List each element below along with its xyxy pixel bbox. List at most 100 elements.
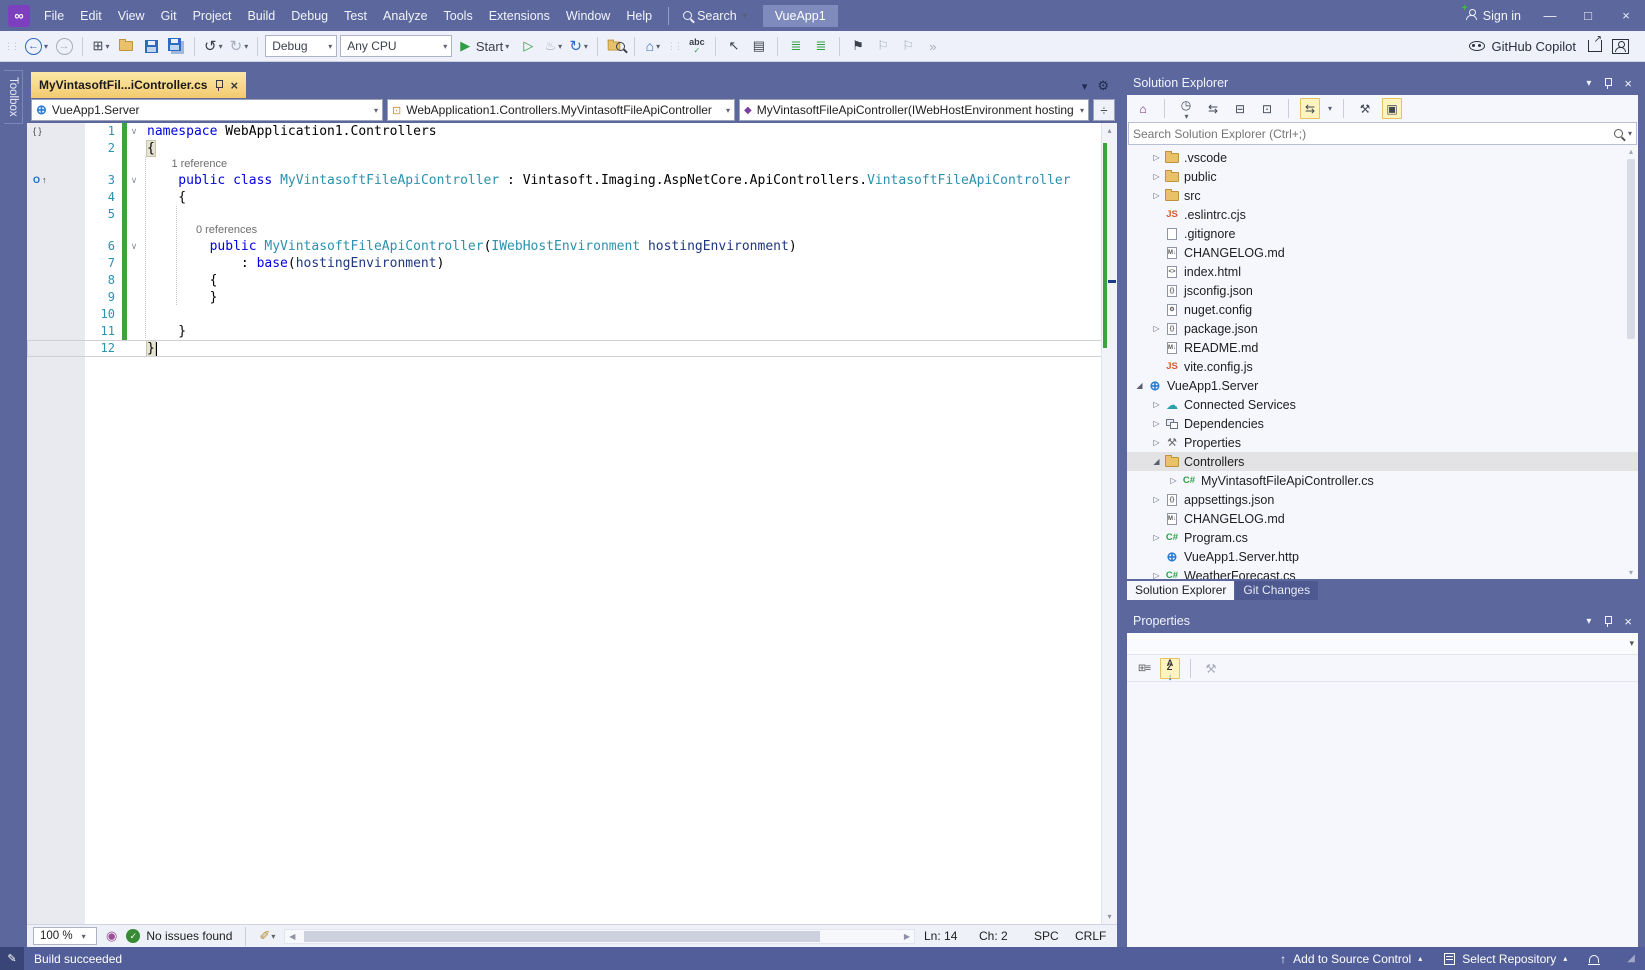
pending-changes-filter-button[interactable]: ◷ ▾ [1176,98,1196,121]
hscroll-left-icon[interactable]: ◀ [285,932,299,941]
menu-extensions[interactable]: Extensions [481,3,558,29]
close-button[interactable]: × [1607,0,1645,31]
code-line-6[interactable]: 6 ∨ public MyVintasoftFileApiController(IW… [27,238,1117,255]
switch-views-button[interactable]: ⌂ [1133,98,1153,119]
tree-item-public[interactable]: ▷ public [1127,167,1638,186]
background-tasks-button[interactable]: ✎ [0,947,24,970]
maximize-button[interactable]: □ [1569,0,1607,31]
start-debug-button[interactable]: ▶ Start ▾ [455,34,514,58]
format-document-button[interactable]: ▤ [748,34,770,58]
select-repository-button[interactable]: Select Repository ▴ [1444,952,1567,966]
issues-indicator[interactable]: ✓ No issues found [126,929,232,943]
tree-item-jsconfig-json[interactable]: {} jsconfig.json [1127,281,1638,300]
sync-namespaces-button[interactable]: ⇆ [1203,98,1223,119]
configuration-combo[interactable]: Debug ▾ [265,35,338,57]
type-dropdown[interactable]: ⊡ WebApplication1.Controllers.MyVintasof… [387,99,735,121]
toolbar-drag-handle[interactable]: ⋮⋮ [4,41,20,52]
tree-item-readme-md[interactable]: M↓ README.md [1127,338,1638,357]
pin-panel-icon[interactable] [1603,77,1613,89]
scroll-up-icon[interactable]: ▴ [1102,123,1117,138]
navigate-backward-button[interactable]: ← ▾ [23,34,50,58]
tree-collapsed-arrow-icon[interactable]: ▷ [1150,324,1163,333]
zoom-combo[interactable]: 100 % ▾ [33,927,97,945]
decrease-indent-button[interactable]: ≣ [785,34,807,58]
github-copilot-button[interactable]: GitHub Copilot [1467,34,1578,58]
tree-item--gitignore[interactable]: .gitignore [1127,224,1638,243]
toggle-bookmark-button[interactable]: ⚑ [847,34,869,58]
project-badge[interactable]: VueApp1 [762,4,838,27]
fold-chevron-icon[interactable]: ∨ [127,238,141,255]
previous-bookmark-button[interactable]: ⚐ [872,34,894,58]
tree-collapsed-arrow-icon[interactable]: ▷ [1150,191,1163,200]
tree-item-connected-services[interactable]: ▷ ☁ Connected Services [1127,395,1638,414]
code-line-2[interactable]: 2{ [27,140,1117,157]
tree-item-vite-config-js[interactable]: JS vite.config.js [1127,357,1638,376]
tree-collapsed-arrow-icon[interactable]: ▷ [1150,438,1163,447]
tree-item-properties[interactable]: ▷ ⚒ Properties [1127,433,1638,452]
close-tab-icon[interactable]: × [230,78,238,93]
menu-analyze[interactable]: Analyze [375,3,435,29]
sync-with-active-document-button[interactable]: ⇆ [1300,98,1320,119]
document-health-icon[interactable]: ◉ [106,928,117,944]
search-input[interactable] [1133,126,1610,141]
preview-selected-items-button[interactable]: ▣ [1382,98,1403,119]
tab-list-chevron-icon[interactable]: ▾ [1082,80,1088,93]
code-line-1[interactable]: { } 1 ∨ namespace WebApplication1.Controlle… [27,123,1117,140]
categorized-button[interactable]: ⊞≡ [1134,658,1154,679]
code-line-7[interactable]: 7: base(hostingEnvironment) [27,255,1117,272]
tree-item-vueapp1-server[interactable]: ◢ ⊕ VueApp1.Server [1127,376,1638,395]
split-window-button[interactable]: ÷ [1093,99,1115,121]
show-all-files-button[interactable]: ⊡ [1257,98,1277,119]
tree-expanded-arrow-icon[interactable]: ◢ [1133,381,1146,390]
find-in-files-button[interactable] [605,34,627,58]
tree-item-changelog-md[interactable]: M↓ CHANGELOG.md [1127,243,1638,262]
properties-close-icon[interactable]: × [1624,614,1632,629]
menu-debug[interactable]: Debug [283,3,336,29]
live-share-icon[interactable] [1588,34,1602,52]
menu-build[interactable]: Build [239,3,283,29]
redo-button[interactable]: ↻ ▾ [228,34,251,58]
window-menu-icon[interactable]: ▾ [1586,78,1591,89]
tree-scroll-thumb[interactable] [1627,159,1635,339]
tree-collapsed-arrow-icon[interactable]: ▷ [1167,476,1180,485]
hot-reload-button[interactable]: ♨ ▾ [542,34,564,58]
tree-collapsed-arrow-icon[interactable]: ▷ [1150,153,1163,162]
tree-collapsed-arrow-icon[interactable]: ▷ [1150,533,1163,542]
tree-item--eslintrc-cjs[interactable]: JS .eslintrc.cjs [1127,205,1638,224]
tree-item-controllers[interactable]: ◢ Controllers [1127,452,1638,471]
tree-item-appsettings-json[interactable]: ▷ {} appsettings.json [1127,490,1638,509]
toolbox-side-tab[interactable]: Toolbox [4,70,23,124]
project-dropdown[interactable]: ⊕ VueApp1.Server ▾ [31,99,383,121]
code-line-3[interactable]: O ↑ 3 ∨ public class MyVintasoftFileApiContr… [27,172,1117,189]
code-line-8[interactable]: 8{ [27,272,1117,289]
tool-tab-solution-explorer[interactable]: Solution Explorer [1127,581,1235,600]
add-to-source-control-button[interactable]: ↑ Add to Source Control ▴ [1280,952,1422,966]
menu-edit[interactable]: Edit [72,3,110,29]
increase-indent-button[interactable]: ≣ [810,34,832,58]
tree-item-src[interactable]: ▷ src [1127,186,1638,205]
tree-expanded-arrow-icon[interactable]: ◢ [1150,457,1163,466]
select-element-button[interactable]: ↖ [723,34,745,58]
tree-scroll-down-icon[interactable]: ▾ [1629,568,1633,577]
save-button[interactable] [140,34,162,58]
code-line-12[interactable]: 12} [27,340,1117,357]
fold-chevron-icon[interactable]: ∨ [127,172,141,189]
tree-item-index-html[interactable]: <> index.html [1127,262,1638,281]
alphabetical-sort-button[interactable]: A Z ↓ [1160,657,1180,683]
restart-button[interactable]: ↻ ▾ [567,34,590,58]
properties-menu-icon[interactable]: ▾ [1586,616,1591,627]
properties-header[interactable]: Properties ▾ × [1127,609,1638,633]
sync-dropdown-icon[interactable]: ▾ [1328,104,1332,113]
code-editor[interactable]: { } 1 ∨ namespace WebApplication1.Controlle… [27,123,1117,924]
inheritance-arrow-icon[interactable]: O [33,172,40,189]
tree-item-program-cs[interactable]: ▷ C# Program.cs [1127,528,1638,547]
tree-scroll-up-icon[interactable]: ▴ [1629,147,1633,156]
fold-chevron-icon[interactable]: ∨ [127,123,141,140]
search-options-icon[interactable]: ▾ [1628,129,1632,138]
properties-button[interactable]: ⚒ [1355,98,1375,119]
tree-item--vscode[interactable]: ▷ .vscode [1127,148,1638,167]
code-line-4[interactable]: 4{ [27,189,1117,206]
menu-help[interactable]: Help [618,3,660,29]
tree-item-vueapp1-server-http[interactable]: ⊕ VueApp1.Server.http [1127,547,1638,566]
code-line-5[interactable]: 5 [27,206,1117,223]
